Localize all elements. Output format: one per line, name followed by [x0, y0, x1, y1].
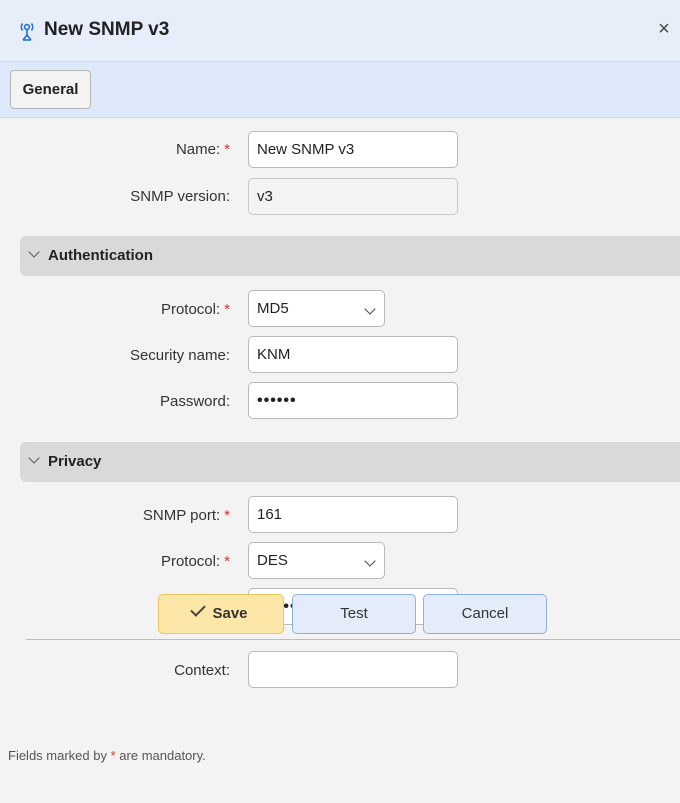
privacy-protocol-label: Protocol: * [160, 553, 230, 570]
privacy-section-header[interactable]: Privacy [20, 442, 680, 482]
authentication-section-header[interactable]: Authentication [20, 236, 680, 276]
auth-protocol-label: Protocol: * [160, 301, 230, 318]
auth-protocol-value: MD5 [257, 300, 289, 317]
test-button[interactable]: Test [292, 594, 416, 634]
required-marker: * [224, 553, 230, 570]
chevron-down-icon [364, 555, 376, 567]
privacy-protocol-value: DES [257, 552, 288, 569]
context-input[interactable] [248, 651, 458, 688]
security-name-input[interactable]: KNM [248, 336, 458, 373]
snmp-antenna-icon [20, 23, 34, 41]
close-button[interactable]: × [654, 18, 674, 40]
chevron-down-icon [364, 303, 376, 315]
tab-general[interactable]: General [10, 70, 91, 109]
privacy-protocol-select[interactable]: DES [248, 542, 385, 579]
dialog-titlebar: New SNMP v3 × [0, 0, 680, 62]
dialog-title: New SNMP v3 [44, 19, 170, 40]
required-marker: * [224, 141, 230, 158]
chevron-down-icon [28, 246, 40, 258]
snmp-version-label: SNMP version: [130, 188, 230, 205]
required-marker: * [224, 301, 230, 318]
mandatory-fields-note: Fields marked by * are mandatory. [8, 748, 206, 763]
auth-protocol-select[interactable]: MD5 [248, 290, 385, 327]
auth-password-label: Password: [159, 393, 230, 410]
name-input[interactable]: New SNMP v3 [248, 131, 458, 168]
save-button[interactable]: Save [158, 594, 284, 634]
cancel-button[interactable]: Cancel [423, 594, 547, 634]
required-marker: * [224, 507, 230, 524]
checkmark-icon [190, 601, 207, 617]
auth-password-input[interactable]: •••••• [248, 382, 458, 419]
chevron-down-icon [28, 452, 40, 464]
security-name-label: Security name: [129, 347, 230, 364]
context-label: Context: [174, 662, 230, 679]
snmp-port-label: SNMP port: * [142, 507, 230, 524]
authentication-section-title: Authentication [48, 247, 153, 264]
snmp-port-input[interactable]: 161 [248, 496, 458, 533]
snmp-version-field: v3 [248, 178, 458, 215]
save-button-label: Save [212, 605, 248, 622]
name-label: Name: * [175, 141, 230, 158]
tab-bar: General [0, 62, 680, 118]
privacy-section-title: Privacy [48, 453, 102, 470]
dialog-content: Name: * New SNMP v3 SNMP version: v3 Auth… [0, 118, 680, 803]
divider [26, 639, 680, 640]
